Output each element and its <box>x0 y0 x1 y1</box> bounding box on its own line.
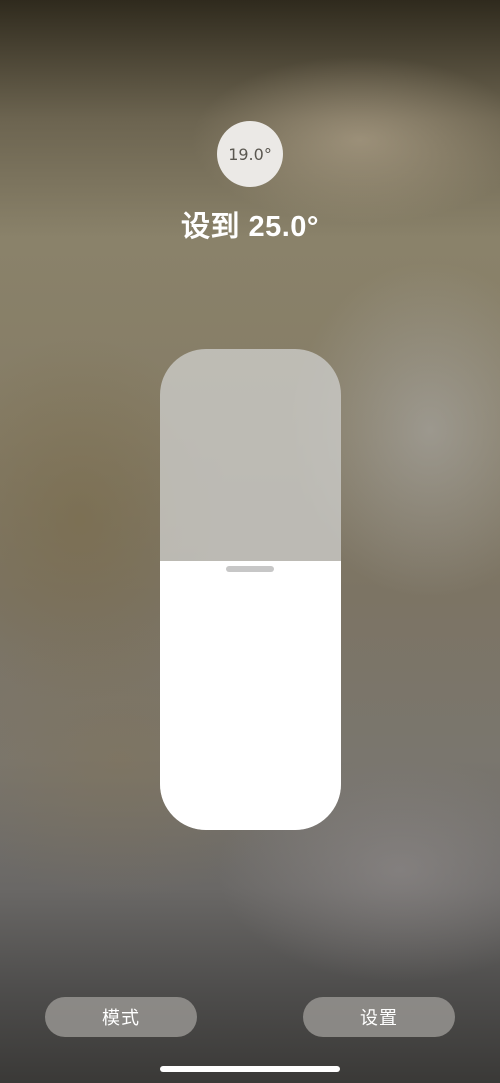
mode-button[interactable]: 模式 <box>45 997 197 1037</box>
temperature-slider-fill <box>160 561 341 830</box>
current-temperature-value: 19.0° <box>228 144 272 164</box>
home-indicator[interactable] <box>160 1066 340 1072</box>
target-temperature-title: 设到 25.0° <box>180 211 320 243</box>
temperature-slider[interactable] <box>160 349 341 830</box>
mode-button-label: 模式 <box>102 1008 140 1029</box>
settings-button-label: 设置 <box>360 1008 398 1029</box>
temperature-slider-handle[interactable] <box>226 566 274 572</box>
settings-button[interactable]: 设置 <box>303 997 455 1037</box>
current-temperature-badge: 19.0° <box>217 121 283 187</box>
